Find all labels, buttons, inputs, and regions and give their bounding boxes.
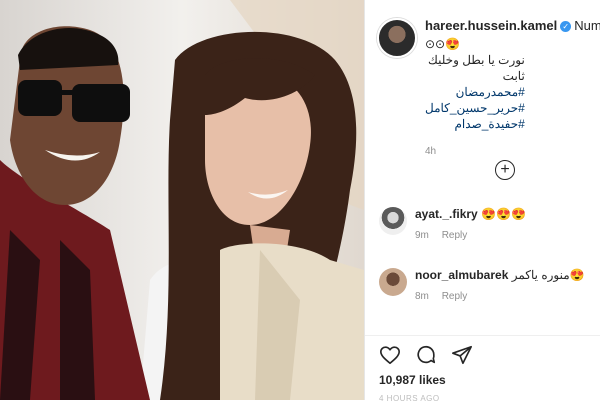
commenter-avatar[interactable] <box>379 207 407 235</box>
verified-badge-icon: ✓ <box>560 21 572 33</box>
post-side-panel: hareer.hussein.kamel✓Number ⊙⊙😍 نورت يا … <box>364 0 600 403</box>
comment-item: noor_almubarek منوره ياكمر😍 8m Reply <box>379 268 599 302</box>
comment-item: ayat._.fikry 😍😍😍 9m Reply <box>379 207 599 241</box>
likes-count[interactable]: 10,987 likes <box>379 373 446 387</box>
hashtag-link[interactable]: #حفيدة_صدام <box>425 116 525 132</box>
caption-block: hareer.hussein.kamel✓Number ⊙⊙😍 نورت يا … <box>425 18 600 157</box>
caption-line: ⊙⊙😍 <box>425 37 461 51</box>
follow-text[interactable]: Number <box>574 18 600 33</box>
share-icon[interactable] <box>451 344 473 366</box>
comment-text: منوره ياكمر😍 <box>511 268 585 282</box>
hashtag-link[interactable]: #حرير_حسين_كامل <box>425 100 525 116</box>
author-avatar[interactable] <box>377 18 417 58</box>
comment-time: 8m <box>415 291 429 302</box>
comment-text-line: ayat._.fikry 😍😍😍 <box>415 207 526 222</box>
post-photo[interactable] <box>0 0 364 400</box>
comment-text: 😍😍😍 <box>481 207 526 221</box>
instagram-post: hareer.hussein.kamel✓Number ⊙⊙😍 نورت يا … <box>0 0 600 403</box>
comment-icon[interactable] <box>415 344 437 366</box>
hashtag-link[interactable]: #محمدرمضان <box>425 84 525 100</box>
commenter-avatar[interactable] <box>379 268 407 296</box>
plus-circle-icon[interactable]: + <box>495 160 515 180</box>
actions-divider <box>365 335 600 336</box>
comment-username[interactable]: ayat._.fikry <box>415 207 478 221</box>
reply-button[interactable]: Reply <box>442 291 468 302</box>
caption-line: نورت يا بطل وخليك ثابت <box>427 53 525 83</box>
selfie-photo <box>0 0 364 400</box>
post-date: 4 HOURS AGO <box>379 394 440 403</box>
post-actions <box>379 344 473 366</box>
comment-time: 9m <box>415 230 429 241</box>
comment-text-line: noor_almubarek منوره ياكمر😍 <box>415 268 585 283</box>
post-time: 4h <box>425 146 437 157</box>
heart-icon[interactable] <box>379 344 401 366</box>
comment-username[interactable]: noor_almubarek <box>415 268 508 282</box>
reply-button[interactable]: Reply <box>442 230 468 241</box>
comment-meta: 9m Reply <box>415 230 526 241</box>
author-username[interactable]: hareer.hussein.kamel <box>425 18 557 33</box>
post-caption: ⊙⊙😍 نورت يا بطل وخليك ثابت #محمدرمضان #ح… <box>425 36 600 132</box>
comment-meta: 8m Reply <box>415 291 585 302</box>
post-header: hareer.hussein.kamel✓Number ⊙⊙😍 نورت يا … <box>365 0 600 157</box>
author-line: hareer.hussein.kamel✓Number <box>425 18 600 34</box>
